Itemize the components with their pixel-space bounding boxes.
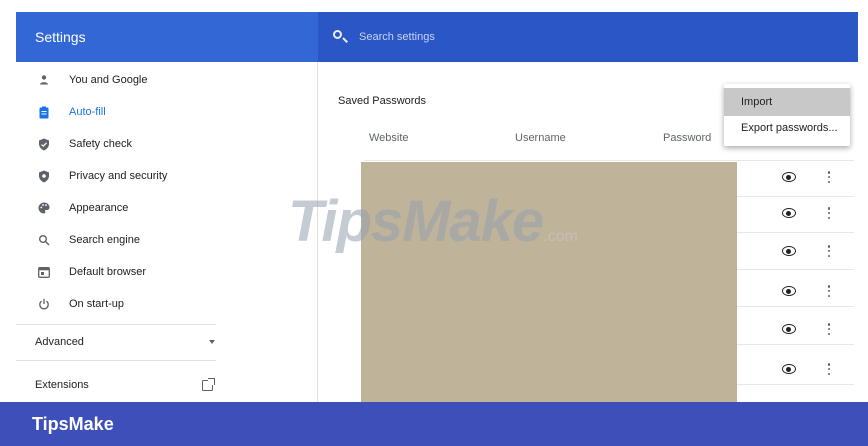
sidebar-item-label: Search engine (69, 234, 140, 246)
search-icon (332, 29, 348, 45)
sidebar-item-appearance[interactable]: Appearance (16, 194, 318, 222)
more-actions-icon[interactable] (827, 171, 831, 183)
show-password-icon[interactable] (782, 286, 796, 296)
column-header-username: Username (515, 132, 566, 144)
browser-window: Settings You and Google Auto-fill (0, 0, 868, 446)
sidebar-item-privacy-and-security[interactable]: Privacy and security (16, 162, 318, 190)
settings-header: Settings (16, 12, 858, 62)
more-actions-icon[interactable] (827, 207, 831, 219)
header-title-area: Settings (16, 12, 318, 62)
open-external-icon (202, 377, 215, 391)
search-box[interactable] (318, 12, 858, 62)
show-password-icon[interactable] (782, 208, 796, 218)
sidebar-divider (16, 360, 216, 361)
sidebar-item-search-engine[interactable]: Search engine (16, 226, 318, 254)
more-actions-icon[interactable] (827, 245, 831, 257)
column-header-password: Password (663, 132, 712, 144)
show-password-icon[interactable] (782, 246, 796, 256)
power-icon (37, 297, 51, 311)
shield-icon (37, 137, 51, 151)
person-icon (37, 73, 51, 87)
advanced-label: Advanced (35, 336, 84, 348)
browser-icon (37, 265, 51, 279)
footer-banner: TipsMake (0, 402, 868, 446)
sidebar-item-default-browser[interactable]: Default browser (16, 258, 318, 286)
watermark-text: TipsMake (288, 189, 544, 254)
extensions-label: Extensions (35, 379, 89, 391)
more-actions-icon[interactable] (827, 363, 831, 375)
show-password-icon[interactable] (782, 324, 796, 334)
shield-lock-icon (37, 169, 51, 183)
more-actions-icon[interactable] (827, 285, 831, 297)
search-area (318, 12, 858, 62)
sidebar-item-safety-check[interactable]: Safety check (16, 130, 318, 158)
section-title: Saved Passwords (338, 95, 427, 107)
sidebar-item-label: Safety check (69, 138, 132, 150)
menu-item-export-passwords[interactable]: Export passwords... (724, 114, 850, 142)
show-password-icon[interactable] (782, 172, 796, 182)
sidebar-item-auto-fill[interactable]: Auto-fill (16, 98, 318, 126)
row-divider (364, 160, 854, 161)
clipboard-icon (37, 105, 51, 119)
sidebar-item-label: You and Google (69, 74, 148, 86)
more-actions-icon[interactable] (827, 323, 831, 335)
passwords-menu: Import Export passwords... (724, 84, 850, 146)
watermark-suffix: .com (543, 228, 578, 245)
sidebar-item-label: Privacy and security (69, 170, 168, 182)
palette-icon (37, 201, 51, 215)
menu-item-import[interactable]: Import (724, 88, 850, 116)
show-password-icon[interactable] (782, 364, 796, 374)
column-header-website: Website (369, 132, 409, 144)
sidebar-item-on-start-up[interactable]: On start-up (16, 290, 318, 318)
watermark: TipsMake.com (288, 188, 578, 255)
sidebar-item-you-and-google[interactable]: You and Google (16, 66, 318, 94)
sidebar-item-label: Appearance (69, 202, 129, 214)
sidebar-item-label: On start-up (69, 298, 125, 310)
page-title: Settings (35, 29, 86, 45)
search-icon (37, 233, 51, 247)
advanced-toggle[interactable]: Advanced (35, 333, 215, 351)
extensions-link[interactable]: Extensions (35, 376, 215, 394)
sidebar-divider (16, 324, 216, 325)
footer-brand: TipsMake (32, 413, 114, 434)
chevron-down-icon (209, 340, 215, 344)
search-input[interactable] (359, 31, 639, 43)
sidebar-item-label: Auto-fill (69, 106, 106, 118)
sidebar: You and Google Auto-fill Safety check Pr… (16, 62, 318, 402)
sidebar-item-label: Default browser (69, 266, 147, 278)
